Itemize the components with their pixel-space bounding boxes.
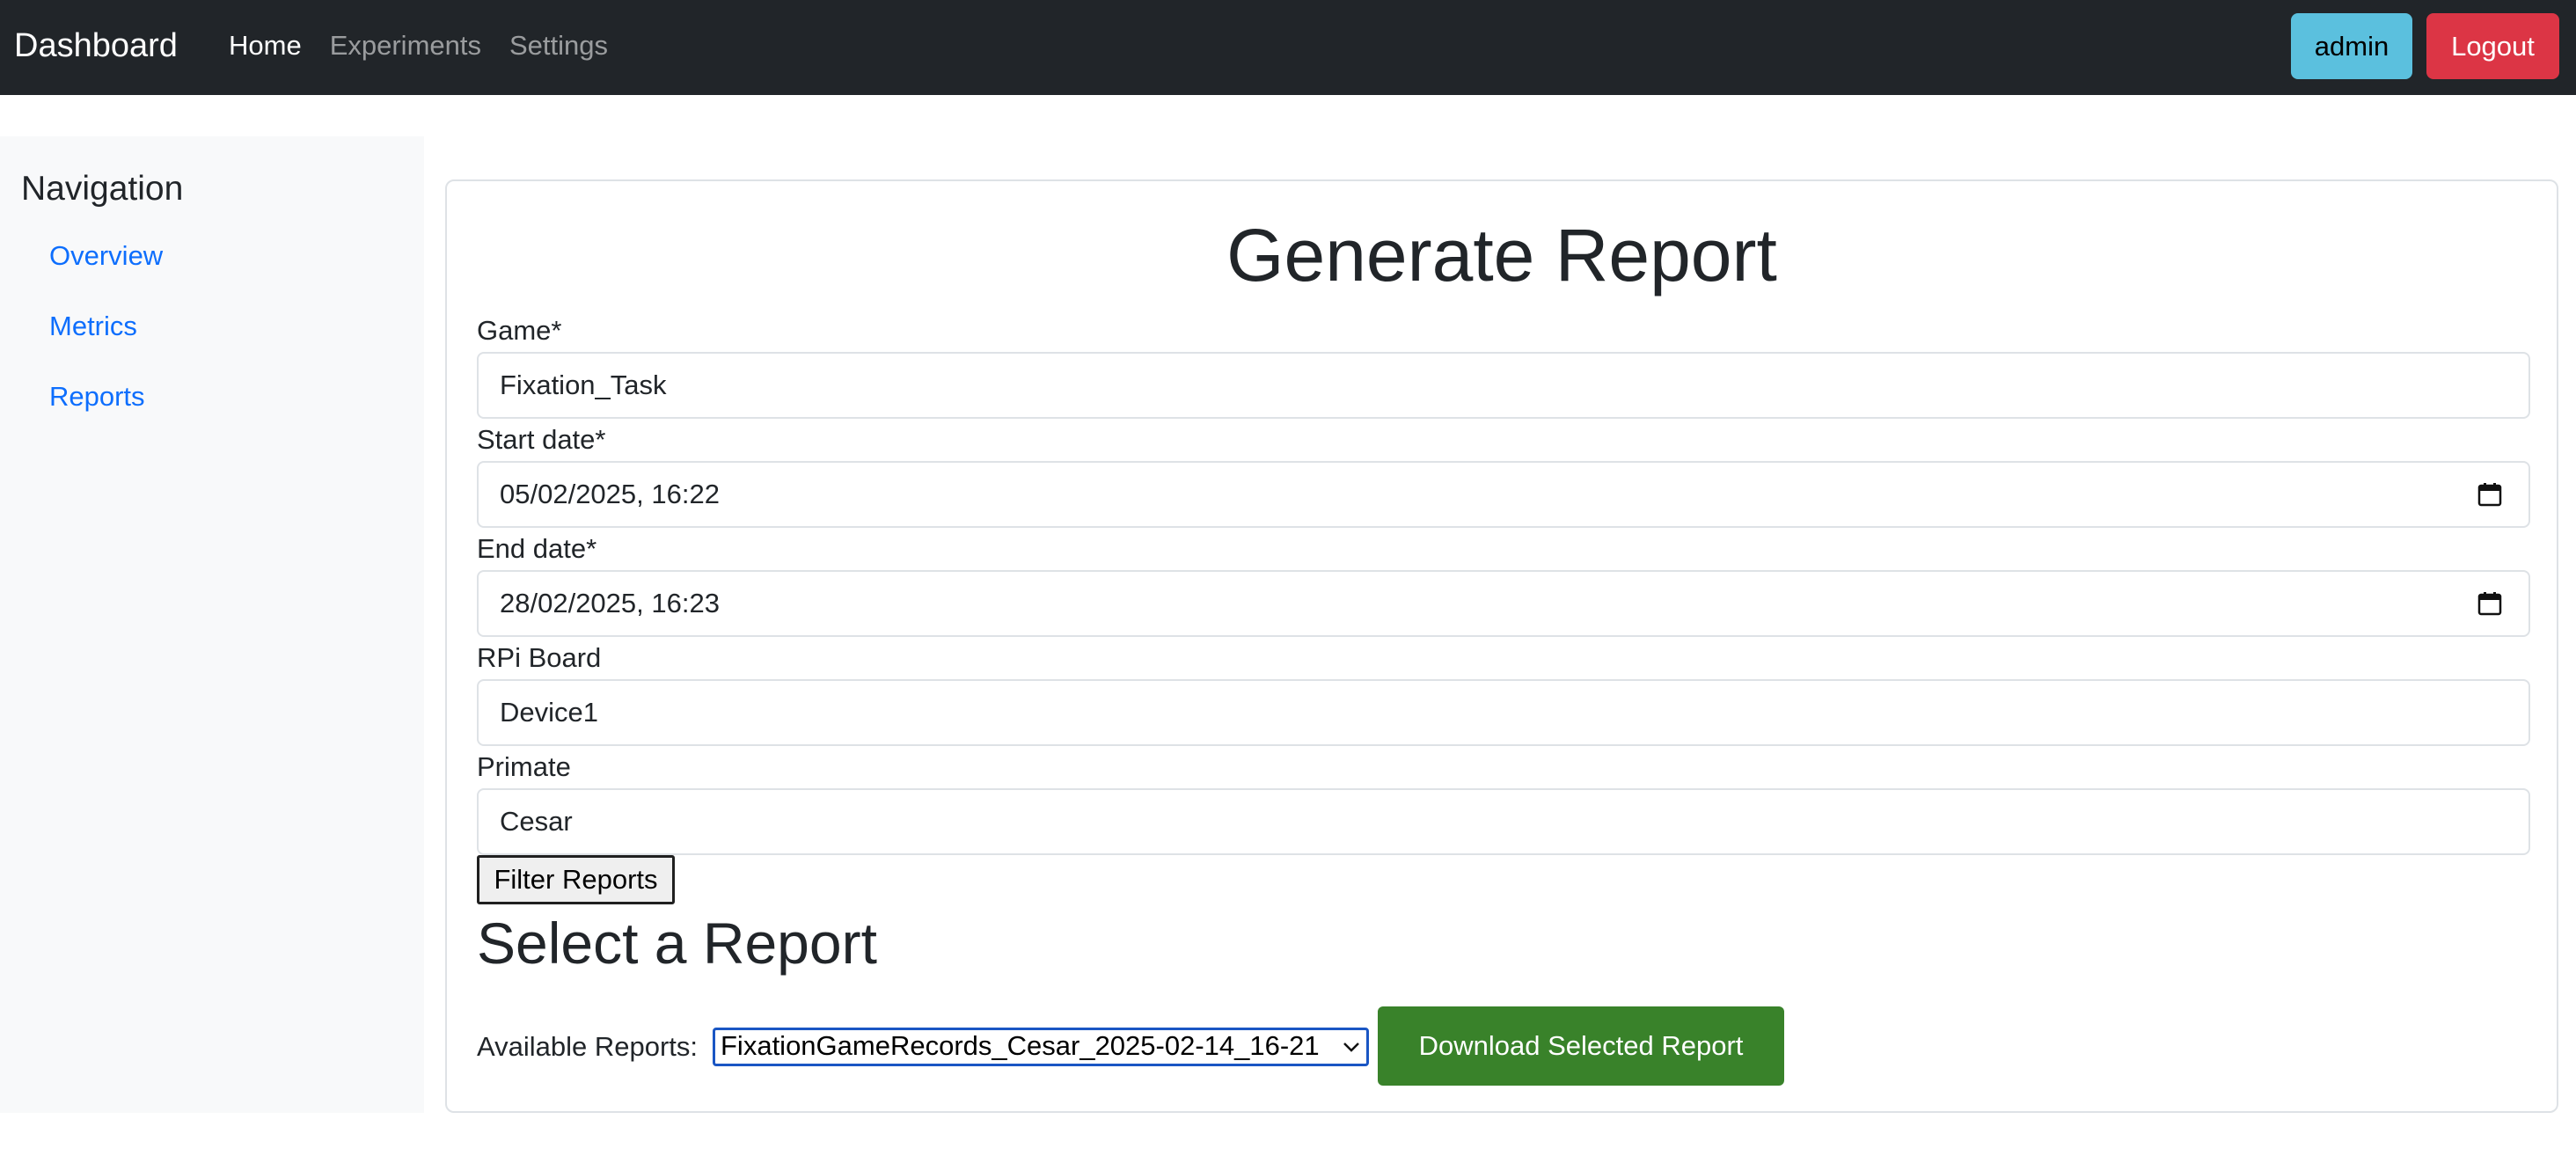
- end-date-label: End date*: [477, 533, 597, 564]
- rpi-board-label: RPi Board: [477, 642, 602, 673]
- end-date-value: 28/02/2025, 16:23: [500, 588, 720, 618]
- brand-title[interactable]: Dashboard: [14, 23, 178, 69]
- page-title: Generate Report: [1226, 214, 1777, 296]
- report-select-value: FixationGameRecords_Cesar_2025-02-14_16-…: [721, 1030, 1320, 1061]
- nav-link-experiments[interactable]: Experiments: [330, 26, 481, 65]
- sidebar-title: Navigation: [21, 170, 184, 208]
- nav-link-home[interactable]: Home: [229, 26, 302, 65]
- primate-field[interactable]: Cesar: [477, 788, 2530, 855]
- game-label: Game*: [477, 315, 562, 346]
- filter-reports-button[interactable]: Filter Reports: [477, 855, 675, 904]
- start-date-label: Start date*: [477, 424, 606, 455]
- generate-report-card: Generate Report Game* Fixation_Task Star…: [445, 179, 2558, 1113]
- calendar-icon[interactable]: [2477, 482, 2502, 507]
- nav-links: Home Experiments Settings: [229, 26, 636, 65]
- logout-button[interactable]: Logout: [2426, 13, 2559, 79]
- nav-link-settings[interactable]: Settings: [509, 26, 608, 65]
- report-select[interactable]: FixationGameRecords_Cesar_2025-02-14_16-…: [713, 1028, 1369, 1066]
- game-field[interactable]: Fixation_Task: [477, 352, 2530, 419]
- top-navbar: Dashboard Home Experiments Settings admi…: [0, 0, 2576, 95]
- sidebar-item-metrics[interactable]: Metrics: [49, 307, 137, 346]
- rpi-board-field[interactable]: Device1: [477, 679, 2530, 746]
- chevron-down-icon: [1340, 1034, 1363, 1060]
- end-date-field[interactable]: 28/02/2025, 16:23: [477, 570, 2530, 637]
- start-date-value: 05/02/2025, 16:22: [500, 479, 720, 509]
- primate-label: Primate: [477, 751, 571, 782]
- admin-button[interactable]: admin: [2291, 13, 2412, 79]
- sidebar-item-reports[interactable]: Reports: [49, 377, 145, 416]
- start-date-field[interactable]: 05/02/2025, 16:22: [477, 461, 2530, 528]
- sidebar-item-overview[interactable]: Overview: [49, 237, 163, 275]
- calendar-icon[interactable]: [2477, 591, 2502, 616]
- select-report-heading: Select a Report: [477, 911, 877, 976]
- download-report-button[interactable]: Download Selected Report: [1378, 1006, 1784, 1086]
- sidebar: Navigation Overview Metrics Reports: [0, 136, 424, 1113]
- available-reports-label: Available Reports:: [477, 1031, 699, 1062]
